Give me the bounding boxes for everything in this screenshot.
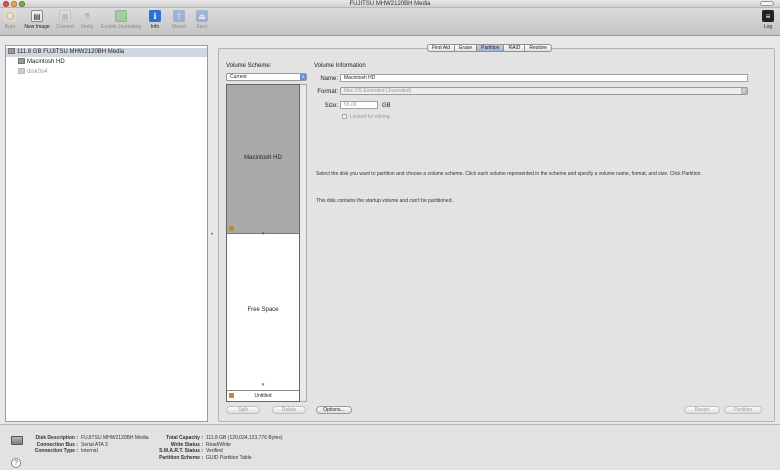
partition-free-space[interactable]: Free Space <box>227 235 299 391</box>
partition-macintosh-hd[interactable]: Macintosh HD <box>227 85 299 234</box>
partition-scheme-value: GUID Partition Table <box>206 455 252 461</box>
tab-raid[interactable]: RAID <box>503 44 526 52</box>
volume-name-field[interactable]: Macintosh HD <box>340 74 748 82</box>
sidebar-item-volume[interactable]: Macintosh HD <box>18 58 65 67</box>
toolbar: Burn ▤ New Image ▦ Convert ⚗ Verify Enab… <box>0 8 780 36</box>
format-select[interactable]: Mac OS Extended (Journaled) ⇕ <box>340 87 748 95</box>
info-icon: i <box>149 10 161 22</box>
volume-information-heading: Volume Information <box>314 63 366 69</box>
toolbar-toggle-button[interactable] <box>760 1 774 6</box>
log-icon: ≡ <box>762 10 774 22</box>
format-label: Format: <box>317 89 338 95</box>
journaling-icon <box>115 10 127 22</box>
verify-label: Verify <box>80 24 94 30</box>
eject-button[interactable]: ⏏ Eject <box>193 10 211 30</box>
chevron-updown-icon: ⇕ <box>741 88 747 94</box>
disk-list[interactable]: 111.8 GB FUJITSU MHW2120BH Media Macinto… <box>5 45 208 422</box>
locked-checkbox[interactable] <box>342 114 347 119</box>
disk-description-value: FUJITSU MHW2120BH Media <box>81 435 149 441</box>
name-label: Name: <box>320 76 338 82</box>
mount-icon: ⇧ <box>173 10 185 22</box>
format-value: Mac OS Extended (Journaled) <box>344 88 412 94</box>
delete-button[interactable]: Delete <box>272 406 306 414</box>
partition-strip-label: Untitled <box>254 393 272 399</box>
startup-note-text: This disk contains the startup volume an… <box>316 198 453 204</box>
burn-button[interactable]: Burn <box>3 10 17 30</box>
resize-handle[interactable]: ▾ <box>260 231 266 237</box>
enable-journaling-button[interactable]: Enable Journaling <box>98 10 144 30</box>
mount-button[interactable]: ⇧ Mount <box>169 10 189 30</box>
help-button[interactable]: ? <box>11 458 21 468</box>
tab-first-aid[interactable]: First Aid <box>427 44 456 52</box>
instruction-text: Select the disk you want to partition an… <box>316 171 702 177</box>
log-button[interactable]: ≡ Log <box>761 10 775 30</box>
eject-label: Eject <box>196 24 208 30</box>
smart-status-value: Verified <box>206 448 223 454</box>
partition-button[interactable]: Partition <box>724 406 762 414</box>
sidebar-item-volume[interactable]: disk0s4 <box>18 68 47 77</box>
split-view-handle[interactable]: • <box>211 232 213 238</box>
log-label: Log <box>763 24 773 30</box>
convert-label: Convert <box>56 24 74 30</box>
verify-button[interactable]: ⚗ Verify <box>78 10 96 31</box>
tab-partition[interactable]: Partition <box>476 44 505 52</box>
volume-icon <box>229 393 234 398</box>
burn-label: Burn <box>4 24 16 30</box>
total-capacity-key: Total Capacity : <box>166 435 203 441</box>
sidebar-item-label: disk0s4 <box>27 69 48 75</box>
volume-icon <box>18 68 25 75</box>
size-field[interactable]: 55.00 <box>340 101 378 109</box>
partition-label: Free Space <box>247 307 279 313</box>
resize-handle[interactable]: ▾ <box>260 382 266 388</box>
new-image-button[interactable]: ▤ New Image <box>22 10 52 30</box>
new-image-label: New Image <box>24 24 50 30</box>
window-title: FUJITSU MHW2120BH Media <box>349 1 431 7</box>
title-bar: FUJITSU MHW2120BH Media <box>0 0 780 8</box>
sidebar-item-label: Macintosh HD <box>27 59 65 65</box>
partition-scheme-key: Partition Scheme : <box>159 455 203 461</box>
hard-disk-icon <box>8 48 15 55</box>
size-label: Size: <box>324 103 338 109</box>
tab-bar: First Aid Erase Partition RAID Restore <box>427 44 552 52</box>
disk-description-key: Disk Description : <box>35 435 78 441</box>
volume-scheme-select[interactable]: Current ⇕ <box>226 73 307 81</box>
sidebar-item-label: 111.8 GB FUJITSU MHW2120BH Media <box>17 49 125 55</box>
sidebar-item-disk[interactable]: 111.8 GB FUJITSU MHW2120BH Media <box>6 48 207 57</box>
partition-label: Macintosh HD <box>244 155 282 161</box>
info-label: Info <box>150 24 160 30</box>
volume-icon <box>229 226 234 231</box>
eject-icon: ⏏ <box>196 10 208 22</box>
convert-button[interactable]: ▦ Convert <box>54 10 76 30</box>
connection-type-value: Internal <box>81 448 98 454</box>
tab-erase[interactable]: Erase <box>454 44 478 52</box>
total-capacity-value: 111.8 GB (120,034,123,776 Bytes) <box>206 435 283 441</box>
split-button[interactable]: Split <box>226 406 260 414</box>
info-button[interactable]: i Info <box>147 10 163 30</box>
convert-icon: ▦ <box>59 10 71 22</box>
size-unit-label: GB <box>382 103 391 109</box>
volume-scheme-label: Volume Scheme: <box>226 63 272 69</box>
partition-map-scrollbar[interactable] <box>300 84 307 402</box>
options-button[interactable]: Options... <box>316 406 352 414</box>
partition-untitled-strip[interactable]: Untitled <box>227 391 299 401</box>
smart-status-key: S.M.A.R.T. Status : <box>159 448 203 454</box>
burn-icon <box>4 10 16 22</box>
tab-restore[interactable]: Restore <box>524 44 552 52</box>
revert-button[interactable]: Revert <box>684 406 720 414</box>
connection-type-key: Connection Type : <box>34 448 78 454</box>
locked-label: Locked for editing <box>350 114 390 120</box>
partition-map[interactable]: Macintosh HD Free Space Untitled <box>226 84 300 402</box>
new-image-icon: ▤ <box>31 10 43 22</box>
volume-icon <box>18 58 25 65</box>
enable-journaling-label: Enable Journaling <box>100 24 142 30</box>
disk-info-bar: ? Disk Description : FUJITSU MHW2120BH M… <box>0 424 780 470</box>
microscope-icon: ⚗ <box>83 11 91 21</box>
mount-label: Mount <box>172 24 186 30</box>
volume-scheme-value: Current <box>230 74 247 80</box>
